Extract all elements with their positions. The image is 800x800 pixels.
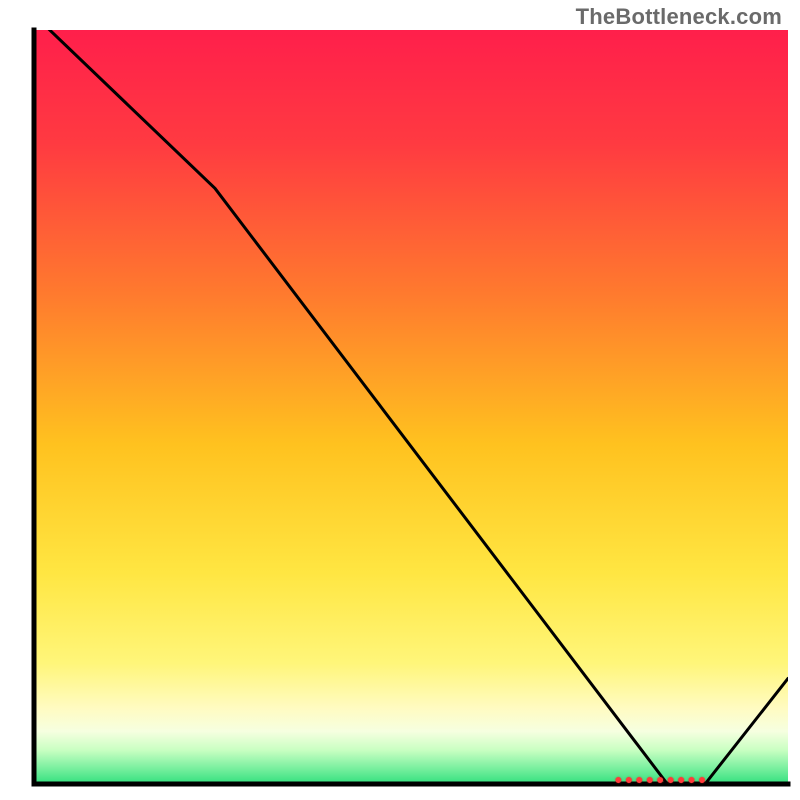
plot-background — [34, 30, 788, 784]
bottleneck-chart — [0, 0, 800, 800]
optimal-range-marker: ●●●●●●●●● — [614, 771, 708, 787]
